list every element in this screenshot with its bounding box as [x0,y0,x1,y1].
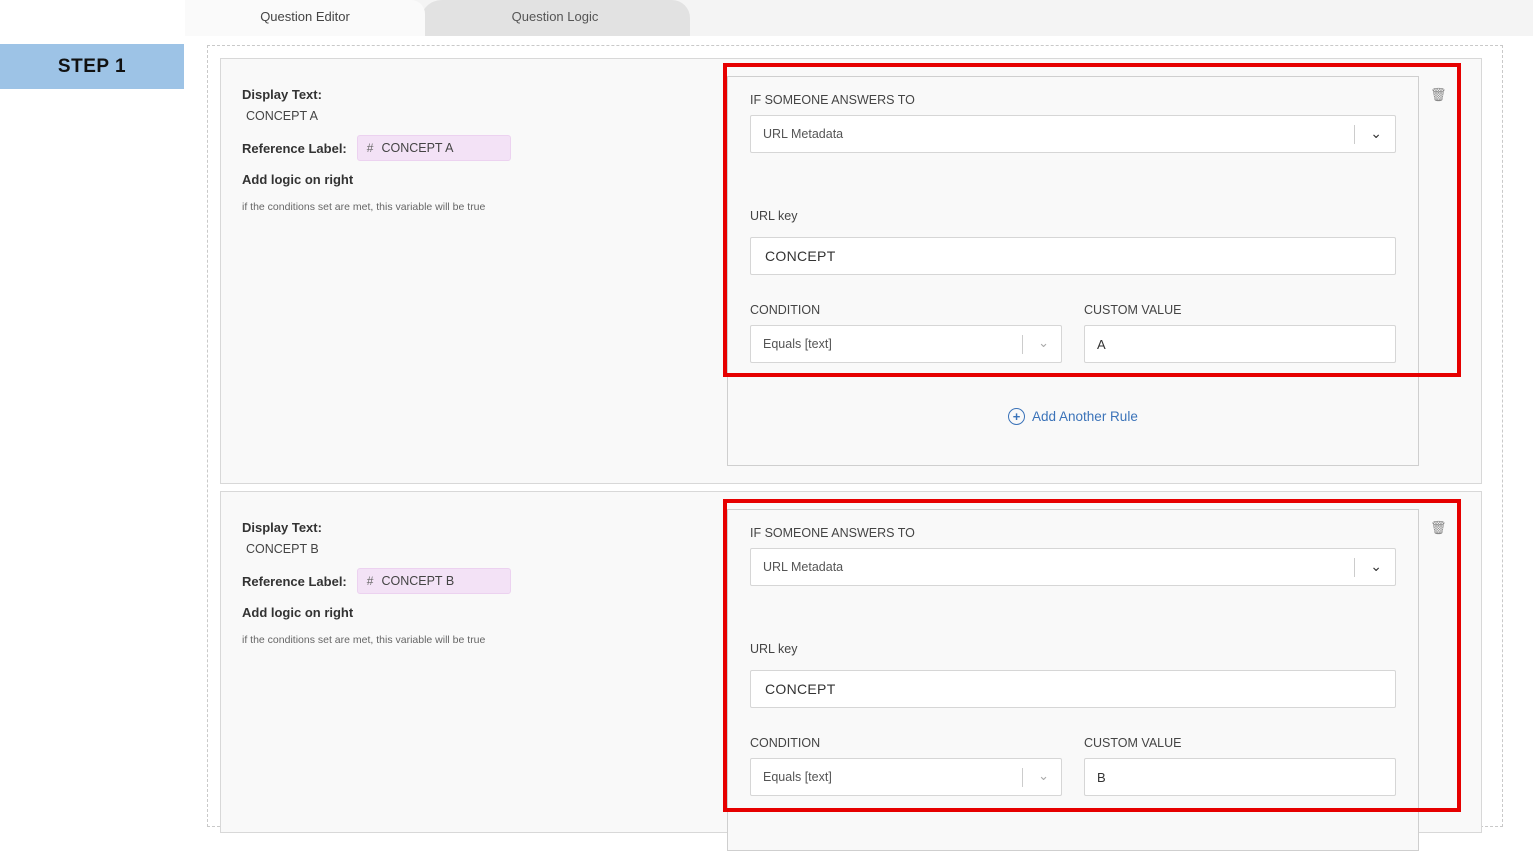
reference-label: Reference Label: [242,573,347,589]
hint-text: if the conditions set are met, this vari… [242,201,486,213]
reference-value: CONCEPT B [381,574,455,588]
add-logic-heading: Add logic on right [242,605,354,620]
display-text-value: CONCEPT A [246,109,319,123]
plus-circle-icon: + [1008,408,1025,425]
display-text-label: Display Text: [242,87,322,102]
display-text-value: CONCEPT B [246,542,319,556]
hash-icon: # [366,574,374,588]
reference-label-chip[interactable]: # CONCEPT A [356,135,511,161]
variable-info: Display Text: CONCEPT B Reference Label:… [242,520,702,646]
reference-label: Reference Label: [242,140,347,156]
step-label: STEP 1 [0,44,184,89]
display-text-label: Display Text: [242,520,322,535]
add-logic-heading: Add logic on right [242,172,354,187]
hash-icon: # [366,141,374,155]
highlight-box [723,63,1461,377]
tab-question-logic[interactable]: Question Logic [420,0,690,36]
reference-value: CONCEPT A [381,141,454,155]
hint-text: if the conditions set are met, this vari… [242,634,486,646]
tab-question-editor[interactable]: Question Editor [185,0,425,36]
add-another-rule-button[interactable]: + Add Another Rule [1008,408,1138,425]
reference-label-chip[interactable]: # CONCEPT B [356,568,511,594]
highlight-box [723,499,1461,812]
add-another-rule-label: Add Another Rule [1032,409,1138,424]
variable-info: Display Text: CONCEPT A Reference Label:… [242,87,702,213]
